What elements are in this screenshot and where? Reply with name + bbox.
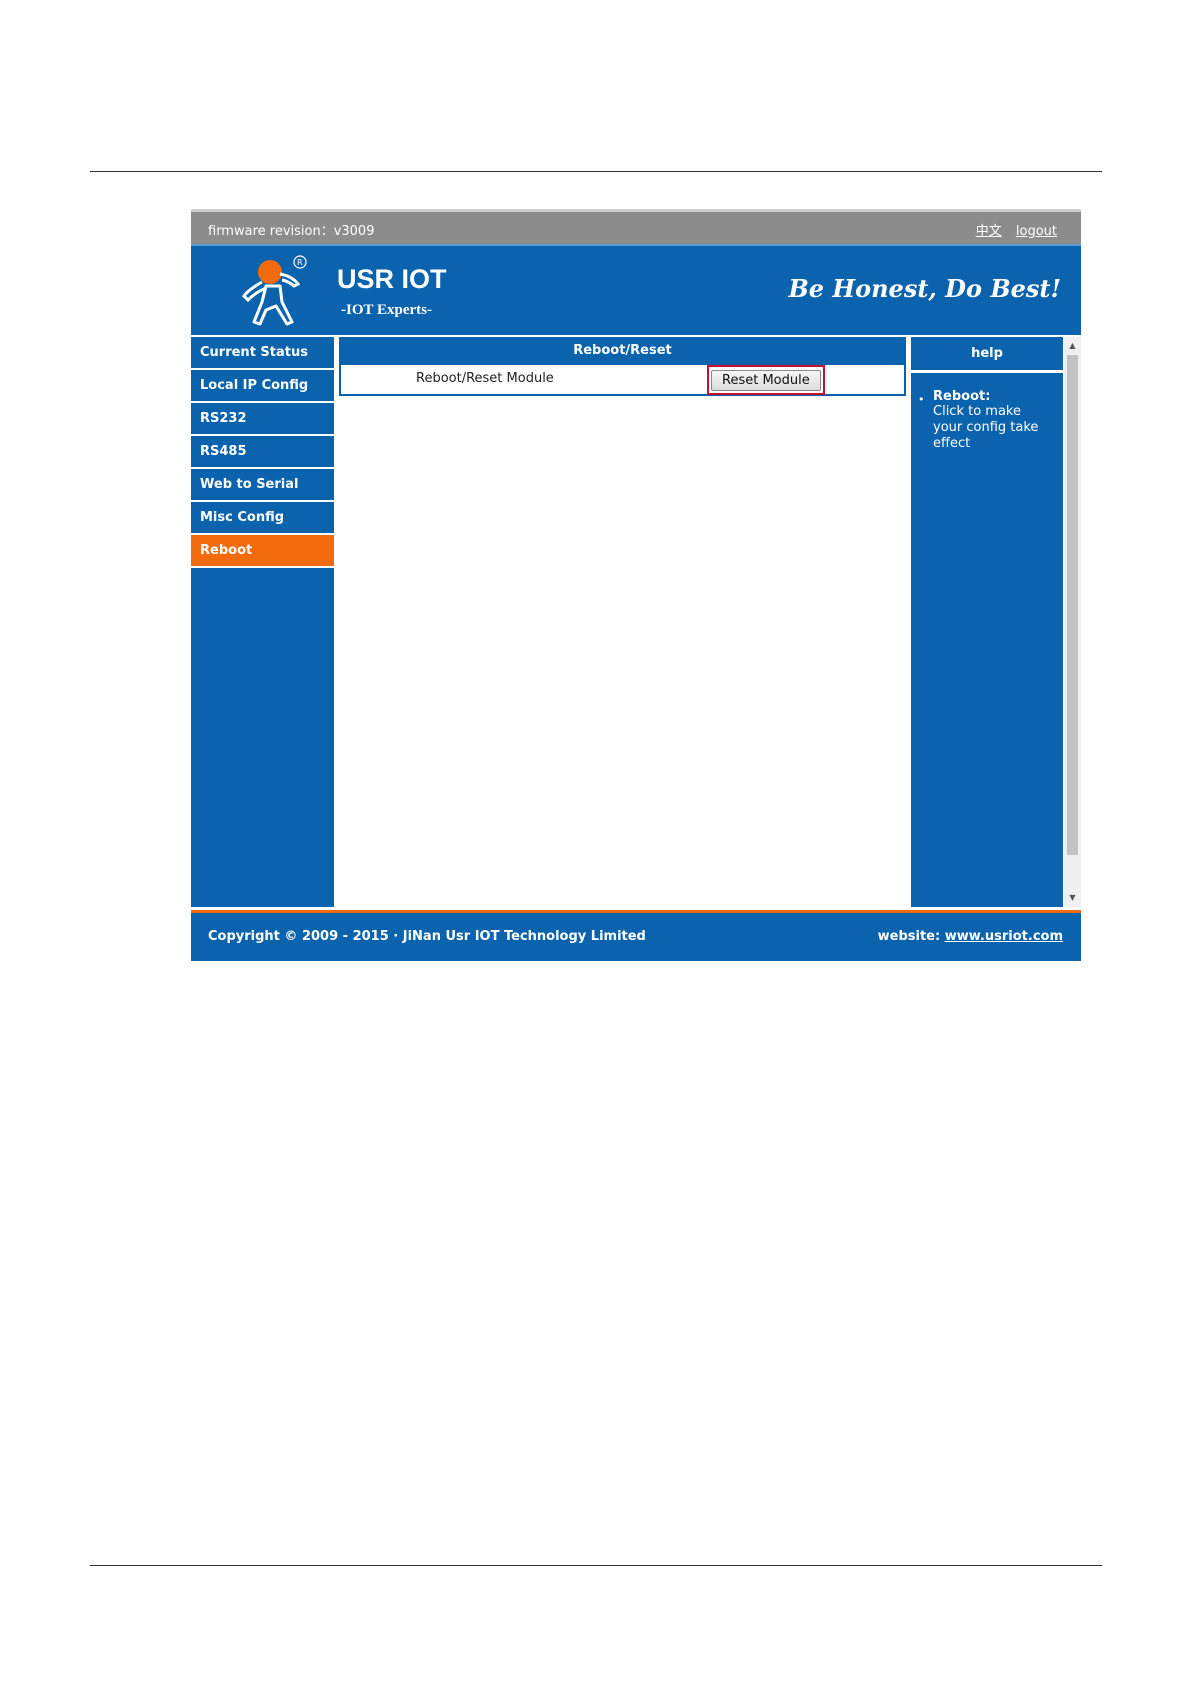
firmware-revision: firmware revision：v3009 xyxy=(208,224,375,239)
sidebar-item-rs485[interactable]: RS485 xyxy=(191,436,334,469)
website-link[interactable]: www.usriot.com xyxy=(945,929,1063,944)
help-bullet: • xyxy=(918,393,925,406)
sidebar-item-rs232[interactable]: RS232 xyxy=(191,403,334,436)
top-bar: firmware revision：v3009 中文 logout xyxy=(191,209,1081,244)
scroll-down-arrow-icon[interactable]: ▼ xyxy=(1064,891,1081,905)
reset-module-button[interactable]: Reset Module xyxy=(711,370,821,391)
top-links: 中文 logout xyxy=(966,220,1057,239)
main-panel: Reboot/Reset Reboot/Reset Module Reset M… xyxy=(339,337,906,907)
help-title: help xyxy=(911,337,1063,373)
section-title: Reboot/Reset xyxy=(339,337,906,365)
copyright-text: Copyright © 2009 - 2015 · JiNan Usr IOT … xyxy=(208,929,646,944)
logout-link[interactable]: logout xyxy=(1016,224,1057,239)
registered-mark: R xyxy=(297,258,303,267)
footer: Copyright © 2009 - 2015 · JiNan Usr IOT … xyxy=(191,910,1081,961)
sidebar-item-misc-config[interactable]: Misc Config xyxy=(191,502,334,535)
scrollbar-thumb[interactable] xyxy=(1067,355,1078,855)
sidebar-item-reboot[interactable]: Reboot xyxy=(191,535,334,568)
reset-button-highlight: Reset Module xyxy=(707,365,825,395)
page-top-rule xyxy=(90,171,1102,172)
scroll-up-arrow-icon[interactable]: ▲ xyxy=(1064,339,1081,353)
slogan: Be Honest, Do Best! xyxy=(788,274,1061,303)
sidebar-item-local-ip-config[interactable]: Local IP Config xyxy=(191,370,334,403)
running-person-logo-icon: R xyxy=(242,255,307,326)
website-info: website: www.usriot.com xyxy=(878,929,1063,944)
help-panel: help • Reboot: Click to make your config… xyxy=(911,337,1063,907)
brand-subtitle: -IOT Experts- xyxy=(341,302,432,318)
help-content: Reboot: Click to make your config take e… xyxy=(911,373,1063,452)
help-description: Click to make your config take effect xyxy=(933,404,1039,451)
language-link[interactable]: 中文 xyxy=(976,224,1002,239)
brand-name: USR IOT xyxy=(337,264,447,294)
sidebar-nav: Current Status Local IP Config RS232 RS4… xyxy=(191,337,334,907)
reboot-row: Reboot/Reset Module Reset Module xyxy=(339,365,906,396)
help-scrollbar[interactable]: ▲ ▼ xyxy=(1064,337,1081,907)
sidebar-item-current-status[interactable]: Current Status xyxy=(191,337,334,370)
web-config-page: firmware revision：v3009 中文 logout R USR … xyxy=(191,209,1081,961)
sidebar-item-web-to-serial[interactable]: Web to Serial xyxy=(191,469,334,502)
page-bottom-rule xyxy=(90,1565,1102,1566)
reboot-row-label: Reboot/Reset Module xyxy=(416,371,554,386)
website-label: website: xyxy=(877,929,941,944)
help-heading: Reboot: xyxy=(933,389,991,404)
header-banner: R USR IOT -IOT Experts- Be Honest, Do Be… xyxy=(191,244,1081,335)
